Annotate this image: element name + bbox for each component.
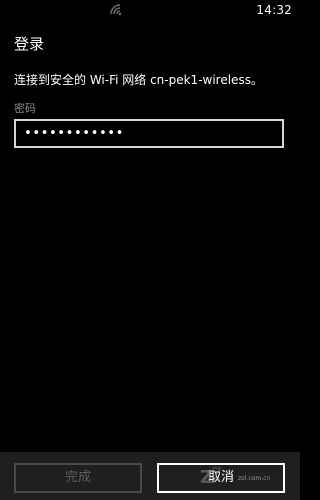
- password-field[interactable]: [14, 119, 284, 148]
- page-title: 登录: [14, 35, 45, 53]
- password-label: 密码: [14, 102, 36, 115]
- network-message: 连接到安全的 Wi-Fi 网络 cn-pek1-wireless。: [14, 73, 263, 87]
- status-clock: 14:32: [256, 3, 292, 17]
- done-button[interactable]: 完成: [14, 463, 142, 493]
- wifi-icon: [110, 4, 122, 16]
- status-bar: 14:32: [0, 0, 300, 22]
- watermark-text: zol.com.cn: [238, 475, 271, 482]
